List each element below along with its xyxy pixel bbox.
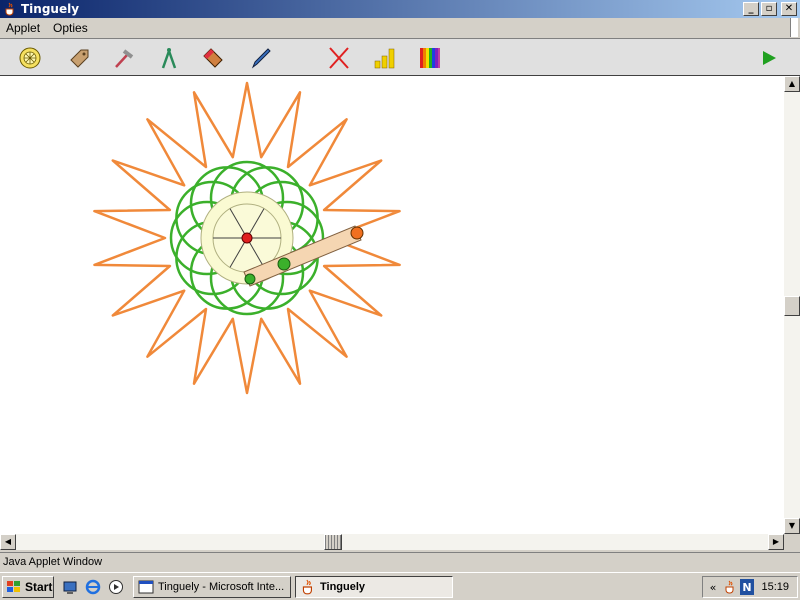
scroll-down-arrow[interactable]: ▼ — [784, 518, 800, 534]
title-bar[interactable]: Tinguely _ ▫ ✕ — [0, 0, 800, 18]
task-tinguely-label: Tinguely — [320, 581, 366, 593]
arm-pivot-joint[interactable] — [244, 273, 256, 285]
start-button[interactable]: Start — [2, 576, 54, 598]
scroll-corner — [784, 534, 800, 550]
scroll-left-arrow[interactable]: ◀ — [0, 534, 16, 550]
status-bar: Java Applet Window — [0, 552, 800, 572]
task-ie-label: Tinguely - Microsoft Inte... — [158, 581, 285, 593]
delete-button[interactable] — [324, 43, 354, 73]
play-icon — [763, 51, 776, 65]
java-cup-icon — [302, 579, 312, 595]
media-player-icon[interactable] — [108, 579, 124, 595]
ie-window-icon — [138, 580, 154, 594]
java-tray-icon[interactable] — [723, 579, 737, 595]
drawing-canvas[interactable] — [0, 76, 784, 534]
task-ie-window[interactable]: Tinguely - Microsoft Inte... — [133, 576, 291, 598]
java-cup-icon — [5, 2, 14, 16]
menu-bar: Applet Opties — [0, 18, 800, 38]
arm-pen-joint[interactable] — [277, 257, 291, 271]
eraser-tool-icon — [203, 48, 223, 68]
pen-tool-button[interactable] — [246, 43, 276, 73]
restore-button[interactable]: ▫ — [761, 2, 777, 16]
close-button[interactable]: ✕ — [781, 2, 797, 16]
show-desktop-icon[interactable] — [62, 579, 78, 595]
menu-edge — [790, 18, 798, 37]
compass-tool-button[interactable] — [154, 43, 184, 73]
horizontal-scrollbar[interactable]: ◀ ▶ — [0, 534, 784, 550]
menu-opties[interactable]: Opties — [53, 21, 88, 35]
spirograph-drawing — [93, 81, 401, 395]
tag-tool-button[interactable] — [64, 43, 94, 73]
horizontal-scroll-thumb[interactable] — [324, 534, 342, 550]
wheel-hub[interactable] — [241, 232, 253, 244]
network-tray-icon[interactable]: N — [740, 579, 754, 595]
speed-button[interactable] — [370, 43, 400, 73]
pen-tool-icon — [251, 48, 271, 69]
scroll-up-arrow[interactable]: ▲ — [784, 76, 800, 92]
window-title: Tinguely — [21, 2, 80, 16]
compass-tool-icon — [161, 48, 177, 69]
applet-window: Tinguely _ ▫ ✕ Applet Opties ▲ ▼ ◀ ▶ Jav… — [0, 0, 800, 572]
hammer-tool-button[interactable] — [109, 43, 139, 73]
delete-icon — [329, 47, 349, 69]
scroll-right-arrow[interactable]: ▶ — [768, 534, 784, 550]
clock[interactable]: 15:19 — [761, 581, 789, 593]
tray-expand-arrow[interactable]: « — [706, 579, 720, 595]
eraser-tool-button[interactable] — [198, 43, 228, 73]
tag-tool-icon — [70, 49, 89, 68]
hammer-tool-icon — [115, 49, 134, 68]
status-text: Java Applet Window — [3, 556, 103, 568]
start-label: Start — [25, 580, 53, 594]
arm-end-joint[interactable] — [350, 226, 364, 240]
minimize-button[interactable]: _ — [743, 2, 759, 16]
vertical-scroll-thumb[interactable] — [784, 296, 800, 316]
speed-bars-icon — [374, 48, 395, 69]
color-palette-icon — [420, 48, 440, 68]
wheel-tool-icon — [19, 47, 41, 69]
internet-explorer-icon[interactable] — [85, 579, 101, 595]
menu-applet[interactable]: Applet — [6, 21, 40, 35]
task-tinguely[interactable]: Tinguely — [295, 576, 453, 598]
color-button[interactable] — [415, 43, 445, 73]
play-button[interactable] — [754, 43, 784, 73]
vertical-scrollbar[interactable]: ▲ ▼ — [784, 76, 800, 534]
windows-flag-icon — [7, 581, 20, 592]
system-tray: « N 15:19 — [702, 576, 798, 598]
toolbar — [0, 38, 800, 76]
wheel-tool-button[interactable] — [15, 43, 45, 73]
taskbar: Start Tinguely - Microsoft Inte... Tingu… — [0, 572, 800, 600]
